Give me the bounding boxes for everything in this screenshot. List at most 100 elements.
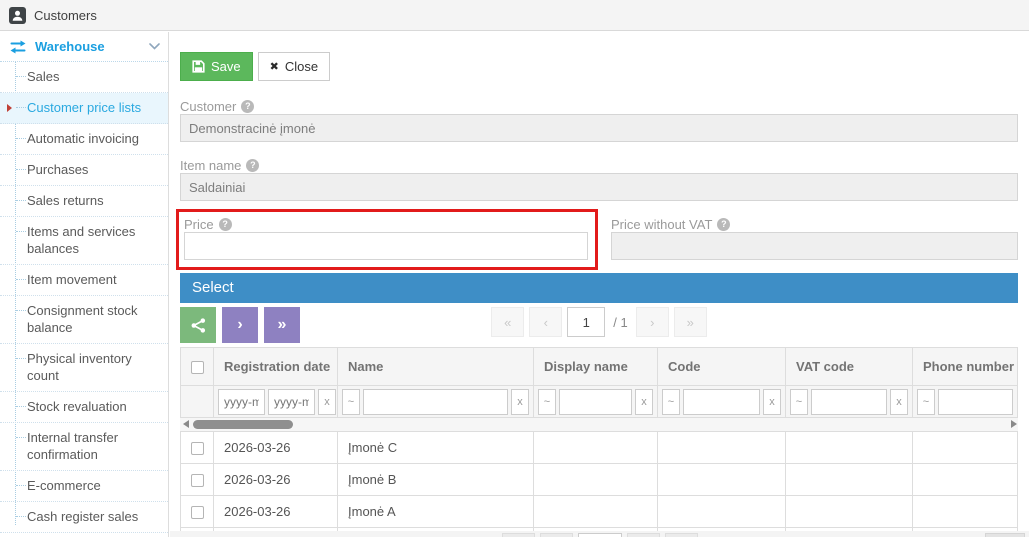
clear-filter-button[interactable]: x	[635, 389, 653, 415]
sidebar-item-warehouse[interactable]: Warehouse	[0, 32, 168, 62]
sidebar-item-items-and-services-balances[interactable]: Items and services balances	[0, 217, 168, 265]
sidebar-item-physical-inventory-count[interactable]: Physical inventory count	[0, 344, 168, 392]
form-toolbar: Save ✖ Close	[180, 52, 1018, 81]
sidebar-item-stock-revaluation[interactable]: Stock revaluation	[0, 392, 168, 423]
filter-operator-button[interactable]: ~	[538, 389, 556, 415]
filter-registration-date-from[interactable]	[218, 389, 265, 415]
cell-vat-code	[786, 464, 913, 496]
filter-vat-code-input[interactable]	[811, 389, 887, 415]
sidebar-item-item-movement[interactable]: Item movement	[0, 265, 168, 296]
bottom-page-number-input[interactable]	[578, 533, 622, 537]
total-pages-label: / 1	[610, 315, 630, 330]
warehouse-label: Warehouse	[35, 39, 141, 54]
sidebar-item-internal-transfer-confirmation[interactable]: Internal transfer confirmation	[0, 423, 168, 471]
sidebar-item-sales-returns[interactable]: Sales returns	[0, 186, 168, 217]
item-name-field	[180, 173, 1018, 201]
column-header-name[interactable]: Name	[338, 348, 534, 386]
price-without-vat-label: Price without VAT	[611, 217, 712, 232]
sidebar-item-label: Purchases	[27, 162, 88, 177]
sidebar-item-customers[interactable]: Customers	[0, 0, 169, 31]
table-row[interactable]: 2026-03-26 Įmonė C	[181, 432, 1018, 464]
filter-phone-number-input[interactable]	[938, 389, 1013, 415]
help-icon[interactable]: ?	[717, 218, 730, 231]
column-header-registration-date[interactable]: Registration date	[214, 348, 338, 386]
sidebar-item-purchases[interactable]: Purchases	[0, 155, 168, 186]
filter-operator-button[interactable]: ~	[662, 389, 680, 415]
scrollbar-thumb[interactable]	[193, 420, 293, 429]
last-page-icon: »	[687, 315, 694, 330]
warehouse-subnav: Sales Customer price lists Automatic inv…	[0, 62, 168, 533]
close-button[interactable]: ✖ Close	[258, 52, 330, 81]
cell-display-name	[534, 432, 658, 464]
filter-operator-button[interactable]: ~	[342, 389, 360, 415]
scroll-left-arrow-icon[interactable]	[183, 420, 189, 428]
customer-label: Customer	[180, 99, 236, 114]
row-checkbox[interactable]	[191, 474, 204, 487]
column-header-display-name[interactable]: Display name	[534, 348, 658, 386]
clear-filter-button[interactable]: x	[890, 389, 908, 415]
cell-code	[658, 464, 786, 496]
help-icon[interactable]: ?	[219, 218, 232, 231]
sidebar-item-automatic-invoicing[interactable]: Automatic invoicing	[0, 124, 168, 155]
page-number-input[interactable]	[567, 307, 605, 337]
clear-filter-button[interactable]: x	[511, 389, 529, 415]
contacts-icon	[9, 7, 26, 24]
price-label: Price	[184, 217, 214, 232]
cell-name: Įmonė C	[338, 432, 534, 464]
sidebar-item-sales[interactable]: Sales	[0, 62, 168, 93]
save-button[interactable]: Save	[180, 52, 253, 81]
column-header-code[interactable]: Code	[658, 348, 786, 386]
top-bar: Customers	[0, 0, 1029, 31]
filter-display-name-input[interactable]	[559, 389, 632, 415]
row-checkbox[interactable]	[191, 442, 204, 455]
select-all-checkbox[interactable]	[191, 361, 204, 374]
filter-code-input[interactable]	[683, 389, 760, 415]
help-icon[interactable]: ?	[246, 159, 259, 172]
filter-operator-button[interactable]: ~	[917, 389, 935, 415]
item-name-field-label: Item name ?	[180, 157, 1018, 173]
bottom-pagination-button[interactable]	[627, 533, 660, 537]
help-icon[interactable]: ?	[241, 100, 254, 113]
filter-name-input[interactable]	[363, 389, 508, 415]
column-header-vat-code[interactable]: VAT code	[786, 348, 913, 386]
sidebar-item-label: Physical inventory count	[27, 351, 132, 383]
column-header-phone-number[interactable]: Phone number	[913, 348, 1018, 386]
sidebar-item-customer-price-lists[interactable]: Customer price lists	[0, 93, 168, 124]
close-label: Close	[285, 59, 318, 74]
filter-registration-date-to[interactable]	[268, 389, 315, 415]
save-icon	[192, 60, 205, 73]
cell-display-name	[534, 464, 658, 496]
sidebar-item-label: Customer price lists	[27, 100, 141, 115]
select-table-head: Registration date Name Display name Code…	[180, 347, 1018, 418]
sidebar-item-cash-register-sales[interactable]: Cash register sales	[0, 502, 168, 533]
pagination-last-button[interactable]: »	[674, 307, 707, 337]
sidebar-item-e-commerce[interactable]: E-commerce	[0, 471, 168, 502]
row-checkbox[interactable]	[191, 506, 204, 519]
customer-field-label: Customer ?	[180, 98, 1018, 114]
pagination-next-button[interactable]: ›	[636, 307, 669, 337]
item-name-label: Item name	[180, 158, 241, 173]
first-page-icon: «	[504, 315, 511, 330]
sidebar-item-label: Items and services balances	[27, 224, 135, 256]
price-without-vat-field-label: Price without VAT ?	[611, 216, 1018, 232]
pagination-prev-button[interactable]: ‹	[529, 307, 562, 337]
bottom-pagination-button[interactable]	[540, 533, 573, 537]
clear-filter-button[interactable]: x	[318, 389, 336, 415]
scroll-right-arrow-icon[interactable]	[1011, 420, 1017, 428]
sidebar-item-consignment-stock-balance[interactable]: Consignment stock balance	[0, 296, 168, 344]
filter-operator-button[interactable]: ~	[790, 389, 808, 415]
bottom-pagination-button[interactable]	[502, 533, 535, 537]
bottom-pagination-button[interactable]	[665, 533, 698, 537]
cell-registration-date: 2026-03-26	[214, 496, 338, 528]
clear-filter-button[interactable]: x	[763, 389, 781, 415]
pagination-first-button[interactable]: «	[491, 307, 524, 337]
table-row[interactable]: 2026-03-26 Įmonė B	[181, 464, 1018, 496]
price-field[interactable]	[184, 232, 588, 260]
next-page-icon: ›	[650, 315, 654, 330]
sidebar-item-label: Automatic invoicing	[27, 131, 139, 146]
caret-right-icon	[7, 104, 12, 112]
bottom-bar-right-button[interactable]	[985, 533, 1025, 537]
select-panel-toolbar: › » « ‹ / 1 › »	[180, 303, 1018, 347]
price-row: Price ? Price without VAT ?	[176, 209, 1018, 270]
table-row[interactable]: 2026-03-26 Įmonė A	[181, 496, 1018, 528]
